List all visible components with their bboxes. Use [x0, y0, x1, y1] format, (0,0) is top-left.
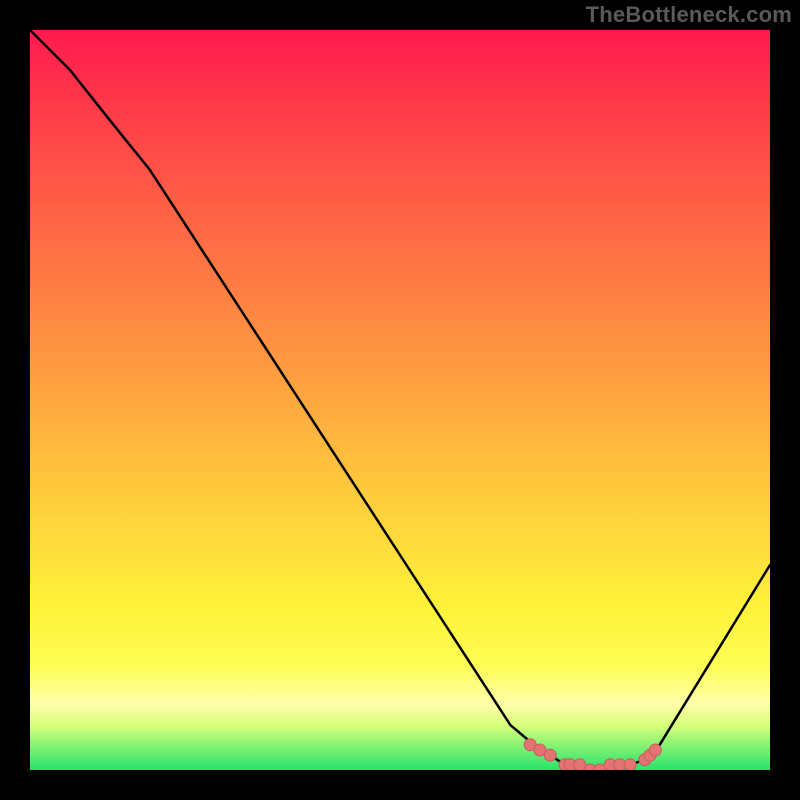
watermark-text: TheBottleneck.com [586, 2, 792, 28]
curve-svg [30, 30, 770, 770]
highlight-dot [649, 744, 661, 756]
bottleneck-curve [30, 30, 770, 770]
highlight-dot [624, 759, 636, 770]
highlight-dots-group [524, 739, 661, 770]
highlight-dot [544, 749, 556, 761]
plot-area [30, 30, 770, 770]
chart-frame: TheBottleneck.com [0, 0, 800, 800]
